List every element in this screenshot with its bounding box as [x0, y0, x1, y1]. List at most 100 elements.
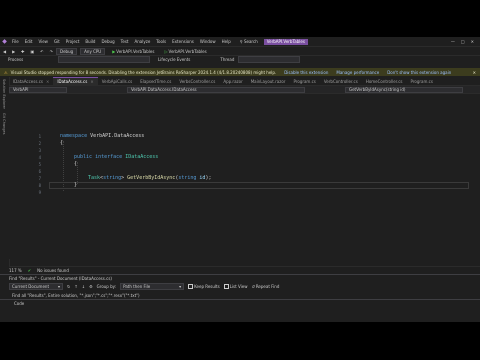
tab-mainlayout[interactable]: MainLayout.razor: [247, 77, 290, 85]
undo-icon[interactable]: ↶: [37, 49, 46, 54]
menu-file[interactable]: File: [9, 39, 22, 44]
keep-results-label: Keep Results: [194, 283, 220, 289]
document-tabs: IDataAccess.cs × IDataAccess.cs × VerbApiC…: [9, 76, 480, 86]
refresh-icon[interactable]: ↻: [67, 284, 70, 289]
code-editor[interactable]: 1 2 3 4 5 6 7 8 9 namespace VerbAPI.Data…: [9, 94, 480, 259]
disable-extension-link[interactable]: Disable this extension: [284, 70, 328, 75]
keep-results-checkbox[interactable]: Keep Results: [188, 283, 220, 289]
back-icon[interactable]: ◀: [0, 49, 9, 54]
minimize-icon[interactable]: —: [451, 39, 455, 44]
group-by-value: Path then File: [123, 283, 151, 289]
warning-icon: ⚠: [4, 69, 8, 75]
no-issues-icon: ✔: [27, 267, 32, 273]
namespace-name: VerbAPI.DataAccess: [90, 133, 145, 139]
visual-studio-logo-icon: ◆: [2, 38, 7, 45]
scope-dropdown[interactable]: Current Document ▾: [9, 282, 63, 290]
code-line-5: {: [74, 161, 78, 167]
indent-guide: [77, 162, 78, 184]
list-view-checkbox[interactable]: List View: [223, 283, 247, 289]
menu-git[interactable]: Git: [51, 39, 63, 44]
lifecycle-events-label: Lifecycle Events: [158, 57, 191, 62]
menu-build[interactable]: Build: [82, 39, 98, 44]
menu-window[interactable]: Window: [197, 39, 219, 44]
tab-program[interactable]: Program.cs: [289, 77, 319, 85]
tab-app-razor[interactable]: App.razor: [219, 77, 246, 85]
menu-project[interactable]: Project: [63, 39, 83, 44]
tab-homecontroller[interactable]: HomeController.cs: [362, 77, 407, 85]
results-list[interactable]: [0, 307, 480, 322]
tab-verbcontroller[interactable]: VerbController.cs: [320, 77, 362, 85]
statement-end: );: [205, 175, 212, 181]
chevron-down-icon: ▾: [179, 283, 182, 289]
code-line-2: {: [60, 140, 64, 146]
menu-debug[interactable]: Debug: [98, 39, 117, 44]
keyword-string: string: [103, 175, 122, 181]
startup-label-2: VerbAPI.VerbTables: [168, 49, 207, 54]
line-number: 5: [38, 162, 41, 167]
search-box[interactable]: ⚲ Search: [240, 39, 258, 44]
info-bar-close-icon[interactable]: ✕: [473, 70, 480, 75]
redo-icon[interactable]: ↷: [47, 49, 56, 54]
code-line-1: namespace VerbAPI.DataAccess: [60, 133, 144, 139]
menu-extensions[interactable]: Extensions: [169, 39, 197, 44]
zoom-level[interactable]: 117 %: [9, 268, 22, 273]
startup-label: VerbAPI.VerbTables: [116, 49, 155, 54]
menu-tools[interactable]: Tools: [153, 39, 169, 44]
line-number: 7: [38, 176, 41, 181]
git-changes-tab[interactable]: Git Changes: [0, 111, 8, 136]
menu-edit[interactable]: Edit: [22, 39, 36, 44]
menu-view[interactable]: View: [35, 39, 51, 44]
thread-dropdown[interactable]: [238, 56, 301, 63]
tab-label: MainLayout.razor: [250, 78, 286, 84]
previous-result-icon[interactable]: ↑: [74, 284, 77, 289]
tab-idataaccess-preview[interactable]: IDataAccess.cs ×: [9, 77, 53, 85]
next-result-icon[interactable]: ↓: [82, 284, 85, 289]
code-line-8: }: [74, 182, 78, 188]
dont-show-again-link[interactable]: Don't show this extension again: [387, 70, 451, 75]
chevron-down-icon: ▾: [57, 283, 60, 289]
maximize-icon[interactable]: □: [461, 39, 465, 44]
tab-elapsedtime[interactable]: ElapsedTime.cs: [136, 77, 175, 85]
line-number: 3: [38, 148, 41, 153]
menu-help[interactable]: Help: [219, 39, 234, 44]
menu-test[interactable]: Test: [118, 39, 132, 44]
tab-label: Program.cs: [293, 78, 316, 84]
close-icon[interactable]: ×: [90, 79, 93, 84]
debug-location-toolbar: Process Lifecycle Events Thread: [0, 55, 480, 63]
clear-filter-icon[interactable]: ⚙: [89, 284, 93, 289]
type-dropdown[interactable]: VerbAPI.DataAccess.IDataAccess: [127, 86, 305, 93]
code-column-header[interactable]: Code: [0, 301, 24, 306]
startup-project[interactable]: ▶ VerbAPI.VerbTables: [109, 49, 157, 54]
start-icon: ▶: [112, 49, 116, 54]
repeat-find-button[interactable]: ↺ Repeat Find: [251, 284, 279, 289]
save-icon[interactable]: ▣: [28, 49, 38, 54]
find-query-summary: Find all "Results", Entire solution, "*.…: [12, 293, 140, 298]
start-without-debugging[interactable]: ▷ VerbAPI.VerbTables: [161, 49, 209, 54]
platform-dropdown[interactable]: Any CPU: [80, 48, 106, 55]
group-by-dropdown[interactable]: Path then File ▾: [120, 282, 185, 290]
tab-label: Program.cs: [410, 78, 433, 84]
new-item-icon[interactable]: ✚: [18, 49, 27, 54]
visual-studio-window: ◆ File Edit View Git Project Build Debug…: [0, 37, 480, 322]
process-label: Process: [8, 57, 24, 62]
info-message: Visual Studio stopped responding for 8 s…: [10, 69, 277, 75]
close-icon[interactable]: ×: [46, 79, 49, 84]
tab-verbapicalls[interactable]: VerbApiCalls.cs: [98, 77, 137, 85]
close-icon[interactable]: ✕: [471, 39, 474, 44]
manage-performance-link[interactable]: Manage performance: [336, 70, 379, 75]
solution-explorer-tab[interactable]: Solution Explorer: [0, 77, 8, 111]
tab-program-2[interactable]: Program.cs: [407, 77, 437, 85]
member-dropdown[interactable]: GetVerbByIdAsync(string id): [345, 86, 463, 93]
forward-icon[interactable]: ▶: [9, 49, 18, 54]
search-label: Search: [243, 39, 258, 44]
tab-idataaccess[interactable]: IDataAccess.cs ×: [53, 76, 98, 86]
tab-verbscontroller[interactable]: VerbsController.cs: [175, 77, 219, 85]
configuration-dropdown[interactable]: Debug: [56, 48, 78, 55]
issues-status[interactable]: No issues found: [37, 268, 69, 273]
line-number: 4: [38, 155, 41, 160]
project-dropdown[interactable]: VerbAPI: [9, 86, 67, 93]
tab-label: App.razor: [223, 78, 243, 84]
line-number: 9: [38, 190, 41, 195]
menu-analyze[interactable]: Analyze: [132, 39, 154, 44]
process-dropdown[interactable]: [58, 56, 150, 63]
